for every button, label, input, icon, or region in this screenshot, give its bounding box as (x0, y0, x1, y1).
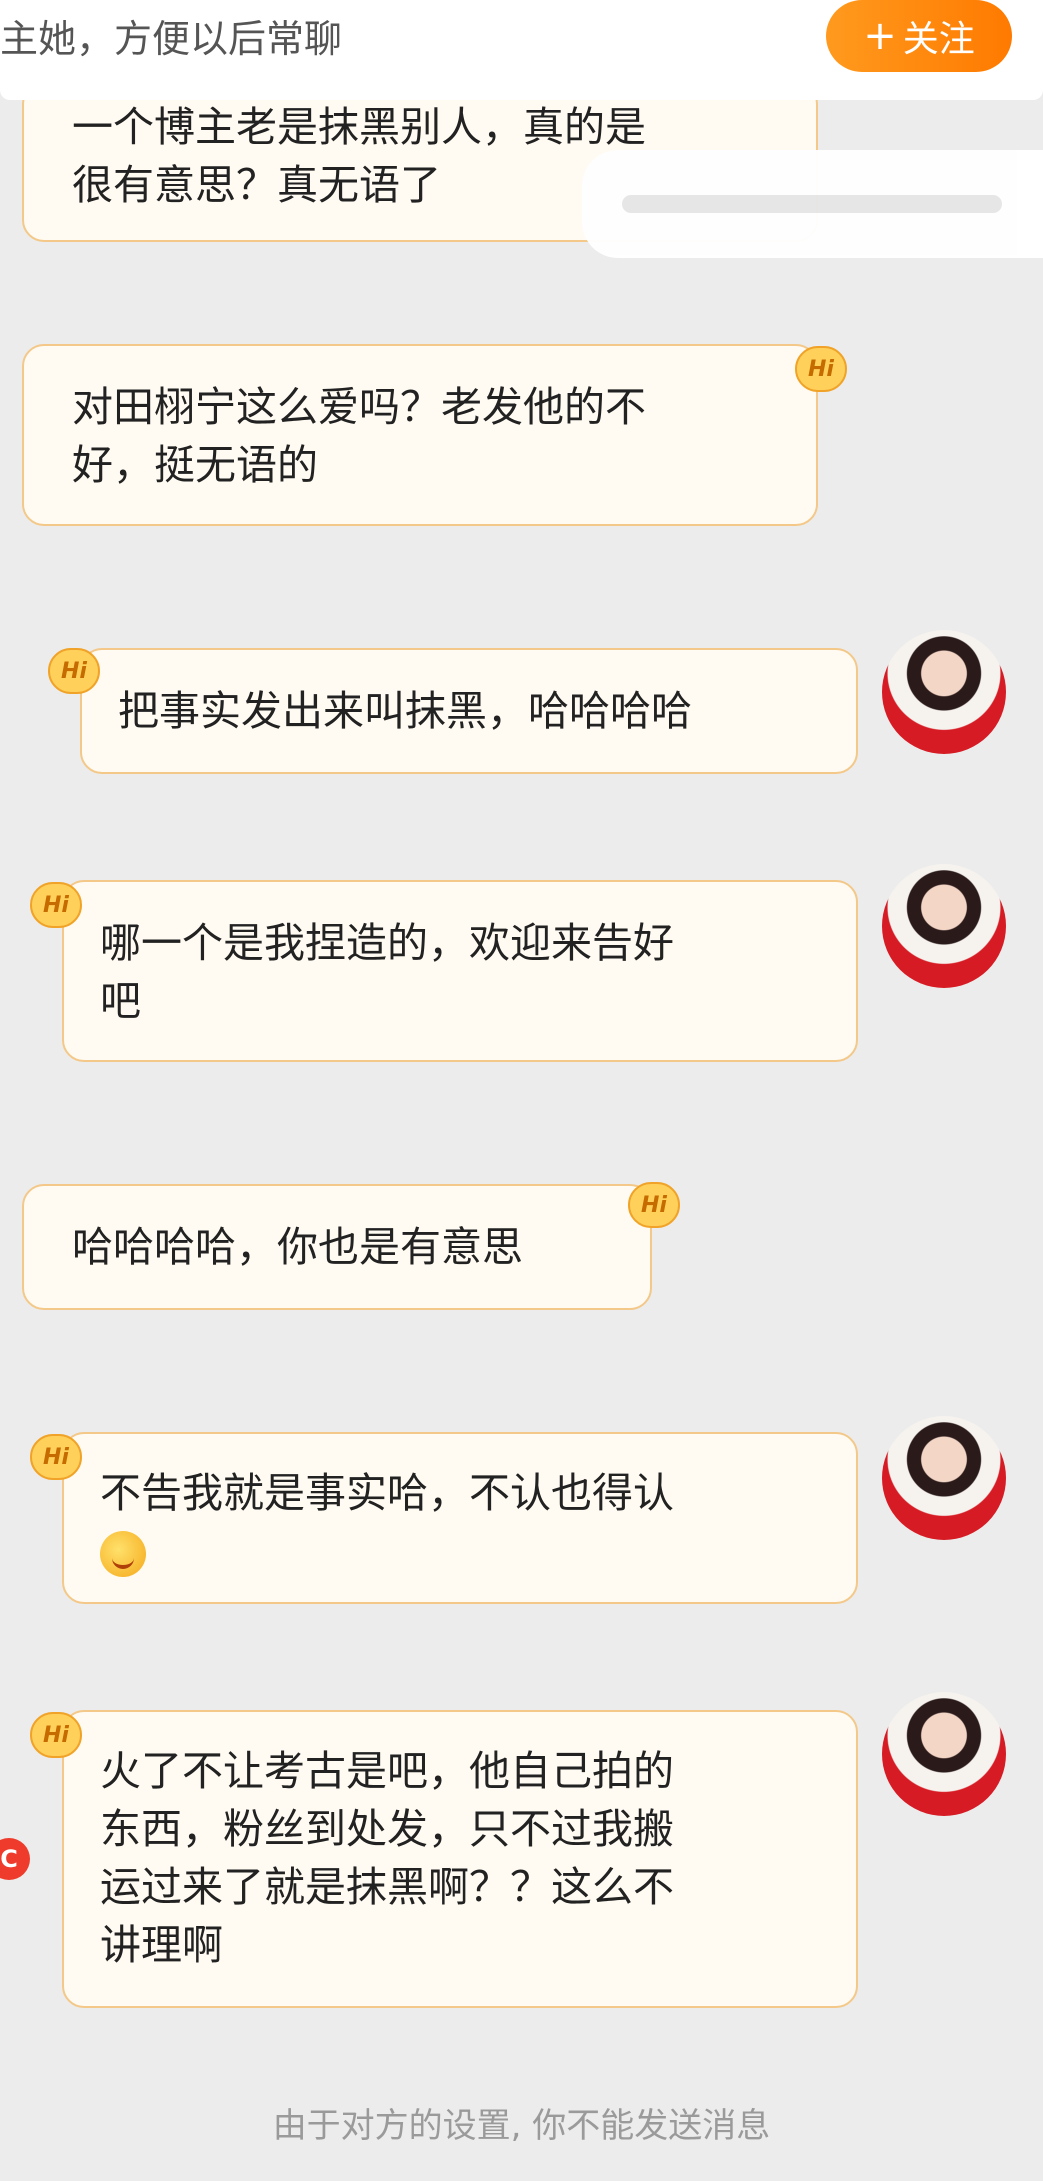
hi-badge-icon: Hi (48, 648, 100, 694)
message-line: 东西，粉丝到处发，只不过我搬 (100, 1805, 674, 1853)
message-line: 火了不让考古是吧，他自己拍的 (100, 1747, 674, 1795)
redacted-overlay (582, 150, 1043, 258)
messaging-disabled-notice: 由于对方的设置, 你不能发送消息 (272, 2106, 771, 2146)
message-bubble-sent[interactable]: 不告我就是事实哈，不认也得认 (62, 1432, 858, 1604)
message-line: 运过来了就是抹黑啊？？这么不 (100, 1863, 674, 1911)
user-avatar[interactable] (882, 630, 1006, 754)
message-line: 哪一个是我捏造的，欢迎来告好 (100, 919, 674, 967)
message-line: 哈哈哈哈，你也是有意思 (72, 1223, 523, 1271)
message-bubble-sent[interactable]: 把事实发出来叫抹黑，哈哈哈哈 (80, 648, 858, 774)
user-avatar[interactable] (882, 864, 1006, 988)
floating-badge-icon[interactable]: C (0, 1838, 30, 1880)
plus-icon: + (863, 13, 897, 59)
user-avatar[interactable] (882, 1416, 1006, 1540)
message-line: 讲理啊 (100, 1921, 223, 1969)
message-bubble-sent[interactable]: 火了不让考古是吧，他自己拍的 东西，粉丝到处发，只不过我搬 运过来了就是抹黑啊？… (62, 1710, 858, 2008)
message-bubble-received[interactable]: 哈哈哈哈，你也是有意思 (22, 1184, 652, 1310)
message-emoji-line (100, 1522, 856, 1580)
message-line: 对田栩宁这么爱吗？老发他的不 (72, 383, 646, 431)
header-prompt-text: 主她，方便以后常聊 (0, 17, 343, 61)
message-line: 一个博主老是抹黑别人，真的是 (72, 103, 646, 151)
wink-tongue-emoji-icon (100, 1531, 146, 1577)
chat-header: 主她，方便以后常聊 + 关注 (0, 0, 1043, 100)
hi-badge-icon: Hi (795, 346, 847, 392)
hi-badge-icon: Hi (30, 1434, 82, 1480)
message-line: 把事实发出来叫抹黑，哈哈哈哈 (118, 687, 692, 735)
message-bubble-received[interactable]: 对田栩宁这么爱吗？老发他的不 好，挺无语的 (22, 344, 818, 526)
hi-badge-icon: Hi (628, 1182, 680, 1228)
follow-button-label: 关注 (902, 19, 975, 60)
hi-badge-icon: Hi (30, 1712, 82, 1758)
message-line: 好，挺无语的 (72, 441, 318, 489)
user-avatar[interactable] (882, 1692, 1006, 1816)
message-bubble-sent[interactable]: 哪一个是我捏造的，欢迎来告好 吧 (62, 880, 858, 1062)
message-line: 吧 (100, 977, 141, 1025)
message-line: 不告我就是事实哈，不认也得认 (100, 1469, 674, 1517)
hi-badge-icon: Hi (30, 882, 82, 928)
follow-button[interactable]: + 关注 (826, 0, 1012, 72)
